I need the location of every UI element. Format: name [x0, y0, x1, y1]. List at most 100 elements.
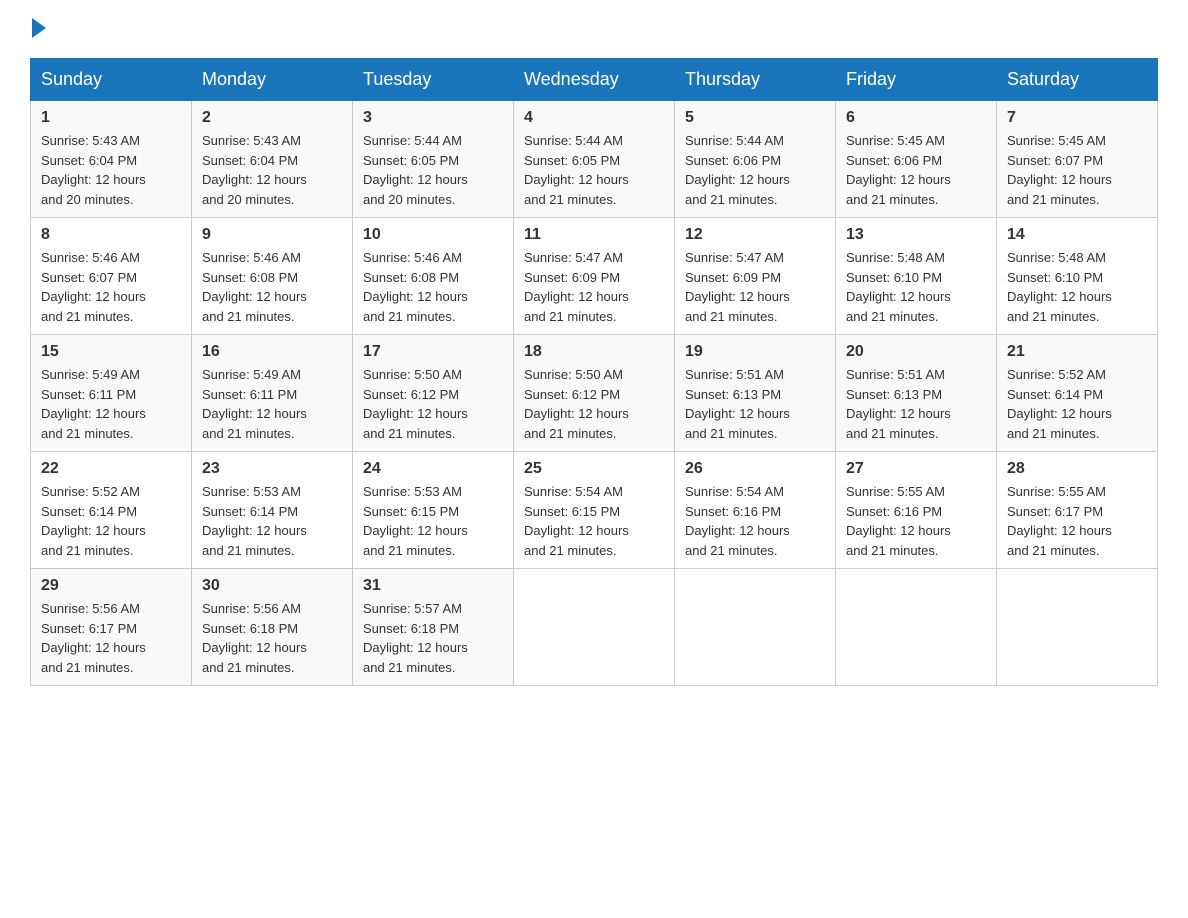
day-number: 7 [1007, 109, 1147, 127]
calendar-cell: 2 Sunrise: 5:43 AM Sunset: 6:04 PM Dayli… [192, 101, 353, 218]
logo [30, 20, 46, 38]
calendar-cell: 11 Sunrise: 5:47 AM Sunset: 6:09 PM Dayl… [514, 218, 675, 335]
calendar-cell: 16 Sunrise: 5:49 AM Sunset: 6:11 PM Dayl… [192, 335, 353, 452]
day-number: 19 [685, 343, 825, 361]
calendar-cell: 4 Sunrise: 5:44 AM Sunset: 6:05 PM Dayli… [514, 101, 675, 218]
day-number: 8 [41, 226, 181, 244]
day-info: Sunrise: 5:48 AM Sunset: 6:10 PM Dayligh… [846, 248, 986, 326]
day-info: Sunrise: 5:49 AM Sunset: 6:11 PM Dayligh… [202, 365, 342, 443]
day-number: 11 [524, 226, 664, 244]
day-number: 16 [202, 343, 342, 361]
column-header-monday: Monday [192, 59, 353, 101]
calendar-cell: 5 Sunrise: 5:44 AM Sunset: 6:06 PM Dayli… [675, 101, 836, 218]
day-number: 18 [524, 343, 664, 361]
column-header-friday: Friday [836, 59, 997, 101]
day-info: Sunrise: 5:50 AM Sunset: 6:12 PM Dayligh… [524, 365, 664, 443]
day-number: 4 [524, 109, 664, 127]
day-number: 23 [202, 460, 342, 478]
calendar-cell: 9 Sunrise: 5:46 AM Sunset: 6:08 PM Dayli… [192, 218, 353, 335]
calendar-cell: 25 Sunrise: 5:54 AM Sunset: 6:15 PM Dayl… [514, 452, 675, 569]
calendar-cell: 8 Sunrise: 5:46 AM Sunset: 6:07 PM Dayli… [31, 218, 192, 335]
calendar-cell: 10 Sunrise: 5:46 AM Sunset: 6:08 PM Dayl… [353, 218, 514, 335]
day-info: Sunrise: 5:49 AM Sunset: 6:11 PM Dayligh… [41, 365, 181, 443]
day-info: Sunrise: 5:45 AM Sunset: 6:06 PM Dayligh… [846, 131, 986, 209]
day-info: Sunrise: 5:54 AM Sunset: 6:15 PM Dayligh… [524, 482, 664, 560]
day-info: Sunrise: 5:52 AM Sunset: 6:14 PM Dayligh… [1007, 365, 1147, 443]
calendar-cell: 22 Sunrise: 5:52 AM Sunset: 6:14 PM Dayl… [31, 452, 192, 569]
calendar-cell: 31 Sunrise: 5:57 AM Sunset: 6:18 PM Dayl… [353, 569, 514, 686]
day-info: Sunrise: 5:48 AM Sunset: 6:10 PM Dayligh… [1007, 248, 1147, 326]
calendar-table: SundayMondayTuesdayWednesdayThursdayFrid… [30, 58, 1158, 686]
day-info: Sunrise: 5:51 AM Sunset: 6:13 PM Dayligh… [846, 365, 986, 443]
day-info: Sunrise: 5:47 AM Sunset: 6:09 PM Dayligh… [524, 248, 664, 326]
calendar-cell: 13 Sunrise: 5:48 AM Sunset: 6:10 PM Dayl… [836, 218, 997, 335]
day-info: Sunrise: 5:55 AM Sunset: 6:17 PM Dayligh… [1007, 482, 1147, 560]
calendar-cell [836, 569, 997, 686]
day-number: 21 [1007, 343, 1147, 361]
calendar-cell: 18 Sunrise: 5:50 AM Sunset: 6:12 PM Dayl… [514, 335, 675, 452]
day-info: Sunrise: 5:53 AM Sunset: 6:14 PM Dayligh… [202, 482, 342, 560]
day-number: 25 [524, 460, 664, 478]
calendar-cell: 17 Sunrise: 5:50 AM Sunset: 6:12 PM Dayl… [353, 335, 514, 452]
day-number: 22 [41, 460, 181, 478]
calendar-cell: 14 Sunrise: 5:48 AM Sunset: 6:10 PM Dayl… [997, 218, 1158, 335]
calendar-cell: 7 Sunrise: 5:45 AM Sunset: 6:07 PM Dayli… [997, 101, 1158, 218]
day-info: Sunrise: 5:51 AM Sunset: 6:13 PM Dayligh… [685, 365, 825, 443]
calendar-cell: 27 Sunrise: 5:55 AM Sunset: 6:16 PM Dayl… [836, 452, 997, 569]
day-number: 27 [846, 460, 986, 478]
day-number: 6 [846, 109, 986, 127]
day-number: 31 [363, 577, 503, 595]
day-info: Sunrise: 5:46 AM Sunset: 6:08 PM Dayligh… [202, 248, 342, 326]
column-header-thursday: Thursday [675, 59, 836, 101]
day-info: Sunrise: 5:47 AM Sunset: 6:09 PM Dayligh… [685, 248, 825, 326]
calendar-week-row: 29 Sunrise: 5:56 AM Sunset: 6:17 PM Dayl… [31, 569, 1158, 686]
calendar-cell: 23 Sunrise: 5:53 AM Sunset: 6:14 PM Dayl… [192, 452, 353, 569]
calendar-cell: 12 Sunrise: 5:47 AM Sunset: 6:09 PM Dayl… [675, 218, 836, 335]
day-number: 1 [41, 109, 181, 127]
calendar-cell: 6 Sunrise: 5:45 AM Sunset: 6:06 PM Dayli… [836, 101, 997, 218]
calendar-cell: 20 Sunrise: 5:51 AM Sunset: 6:13 PM Dayl… [836, 335, 997, 452]
day-info: Sunrise: 5:56 AM Sunset: 6:18 PM Dayligh… [202, 599, 342, 677]
day-info: Sunrise: 5:44 AM Sunset: 6:06 PM Dayligh… [685, 131, 825, 209]
day-number: 30 [202, 577, 342, 595]
day-number: 12 [685, 226, 825, 244]
column-header-sunday: Sunday [31, 59, 192, 101]
day-info: Sunrise: 5:53 AM Sunset: 6:15 PM Dayligh… [363, 482, 503, 560]
day-number: 2 [202, 109, 342, 127]
day-number: 9 [202, 226, 342, 244]
calendar-cell: 19 Sunrise: 5:51 AM Sunset: 6:13 PM Dayl… [675, 335, 836, 452]
day-number: 15 [41, 343, 181, 361]
day-info: Sunrise: 5:55 AM Sunset: 6:16 PM Dayligh… [846, 482, 986, 560]
day-number: 26 [685, 460, 825, 478]
calendar-cell [997, 569, 1158, 686]
day-info: Sunrise: 5:43 AM Sunset: 6:04 PM Dayligh… [202, 131, 342, 209]
calendar-cell: 15 Sunrise: 5:49 AM Sunset: 6:11 PM Dayl… [31, 335, 192, 452]
day-number: 20 [846, 343, 986, 361]
day-number: 17 [363, 343, 503, 361]
day-info: Sunrise: 5:43 AM Sunset: 6:04 PM Dayligh… [41, 131, 181, 209]
calendar-cell [675, 569, 836, 686]
day-number: 3 [363, 109, 503, 127]
calendar-cell: 24 Sunrise: 5:53 AM Sunset: 6:15 PM Dayl… [353, 452, 514, 569]
day-info: Sunrise: 5:44 AM Sunset: 6:05 PM Dayligh… [524, 131, 664, 209]
calendar-cell: 30 Sunrise: 5:56 AM Sunset: 6:18 PM Dayl… [192, 569, 353, 686]
day-number: 24 [363, 460, 503, 478]
column-header-wednesday: Wednesday [514, 59, 675, 101]
calendar-cell: 29 Sunrise: 5:56 AM Sunset: 6:17 PM Dayl… [31, 569, 192, 686]
day-info: Sunrise: 5:56 AM Sunset: 6:17 PM Dayligh… [41, 599, 181, 677]
calendar-cell: 28 Sunrise: 5:55 AM Sunset: 6:17 PM Dayl… [997, 452, 1158, 569]
column-header-saturday: Saturday [997, 59, 1158, 101]
day-number: 14 [1007, 226, 1147, 244]
day-number: 13 [846, 226, 986, 244]
day-info: Sunrise: 5:46 AM Sunset: 6:08 PM Dayligh… [363, 248, 503, 326]
calendar-cell [514, 569, 675, 686]
calendar-week-row: 1 Sunrise: 5:43 AM Sunset: 6:04 PM Dayli… [31, 101, 1158, 218]
day-info: Sunrise: 5:45 AM Sunset: 6:07 PM Dayligh… [1007, 131, 1147, 209]
day-number: 10 [363, 226, 503, 244]
calendar-cell: 21 Sunrise: 5:52 AM Sunset: 6:14 PM Dayl… [997, 335, 1158, 452]
calendar-week-row: 22 Sunrise: 5:52 AM Sunset: 6:14 PM Dayl… [31, 452, 1158, 569]
day-info: Sunrise: 5:54 AM Sunset: 6:16 PM Dayligh… [685, 482, 825, 560]
day-info: Sunrise: 5:52 AM Sunset: 6:14 PM Dayligh… [41, 482, 181, 560]
logo-arrow-icon [32, 18, 46, 38]
day-info: Sunrise: 5:57 AM Sunset: 6:18 PM Dayligh… [363, 599, 503, 677]
